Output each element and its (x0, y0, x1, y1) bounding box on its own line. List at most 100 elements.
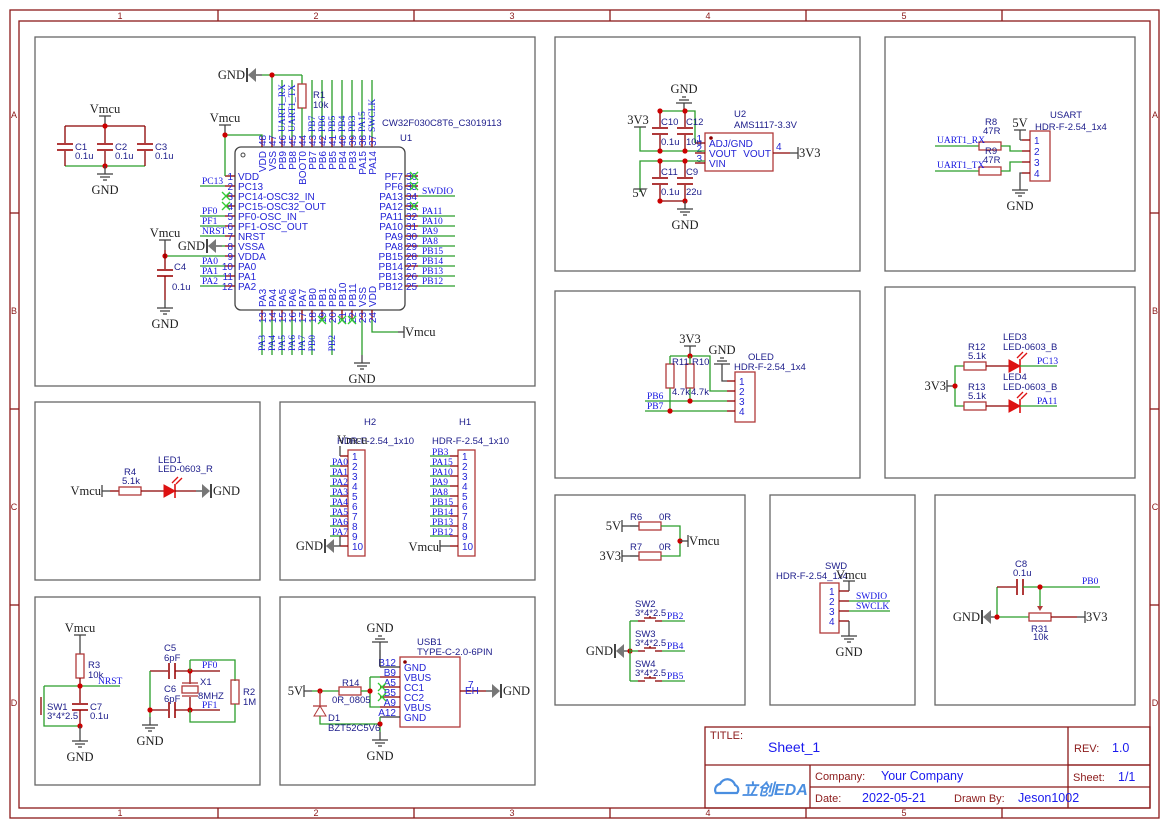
junction-dot (657, 108, 663, 114)
title-label: TITLE: (710, 730, 743, 742)
pin-number: 25 (406, 282, 418, 293)
column-label: 2 (313, 808, 318, 818)
value-r31: 10k (1033, 632, 1049, 643)
v33-label: 3V3 (1086, 610, 1108, 624)
part-switch: 3*4*2.5 (635, 608, 666, 619)
resistor-r1 (297, 83, 307, 109)
pin-number: 2 (1034, 147, 1040, 158)
net-label: SWCLK (856, 602, 889, 612)
part-switch: 3*4*2.5 (635, 638, 666, 649)
net-label: UART1_TX (288, 84, 298, 132)
crystal-x1 (181, 685, 199, 694)
part-switch: 3*4*2.5 (635, 668, 666, 679)
date-value: 2022-05-21 (862, 791, 926, 805)
net-label: PA8 (422, 237, 438, 247)
value-c1: 0.1u (75, 151, 94, 162)
usb-part: TYPE-C-2.0-6PIN (417, 647, 493, 658)
drawn-by-value: Jeson1002 (1018, 791, 1079, 805)
resistor-r13 (963, 401, 987, 411)
date-label: Date: (815, 793, 841, 805)
ref-r14: R14 (342, 678, 359, 689)
pin-number: 10 (352, 542, 364, 553)
cloud-logo-icon (714, 778, 740, 795)
vmcu-label: Vmcu (405, 325, 436, 339)
net-label: PB2 (667, 612, 684, 622)
net-label: PB5 (328, 115, 338, 132)
vmcu-label: Vmcu (150, 226, 181, 240)
value-c2: 0.1u (115, 151, 134, 162)
junction-dot (657, 198, 663, 204)
column-label: 3 (509, 11, 514, 21)
net-label: PF0 (202, 207, 218, 217)
net-label: PF1 (202, 217, 218, 227)
net-label: PA15 (432, 458, 453, 468)
rev-label: REV: (1074, 743, 1099, 755)
net-label: PA5 (332, 508, 348, 518)
gnd-label: GND (151, 317, 178, 331)
net-label: SWDIO (856, 592, 887, 602)
gnd-label: GND (366, 749, 393, 763)
ref-c9: C9 (686, 167, 698, 178)
led3-icon (1008, 359, 1022, 373)
wire (721, 372, 727, 382)
ref-c10: C10 (661, 117, 678, 128)
u1-part: CW32F030C8T6_C3019113 (382, 118, 502, 129)
gnd-label: GND (670, 82, 697, 96)
value-c10: 0.1u (661, 137, 680, 148)
net-label: PB7 (308, 115, 318, 132)
section-panel-9 (769, 494, 916, 706)
v33-label: 3V3 (627, 113, 649, 127)
value-c7: 0.1u (90, 711, 109, 722)
net-label: UART1_RX (278, 84, 288, 132)
gnd-label: GND (296, 539, 323, 553)
net-label: UART1_TX (937, 161, 985, 171)
net-label: PB4 (667, 642, 684, 652)
pin-name: VOUT (743, 149, 771, 160)
wire (1019, 172, 1022, 182)
h1-ref: H1 (459, 417, 471, 428)
junction-dot (657, 148, 663, 154)
pin-number: 37 (368, 134, 379, 146)
ref-x1: X1 (200, 677, 212, 688)
value-r4: 5.1k (122, 476, 140, 487)
gnd-label: GND (91, 183, 118, 197)
pin-number: 24 (368, 312, 379, 324)
usart-header (1029, 130, 1051, 182)
ref-r11: R11 (672, 357, 689, 368)
net-label: PB14 (432, 508, 453, 518)
junction-dot (147, 707, 153, 713)
h1-part: HDR-F-2.54_1x10 (432, 436, 509, 447)
value-c8: 0.1u (1013, 568, 1032, 579)
wire (1001, 145, 1022, 152)
pin-name: PA2 (238, 282, 257, 293)
pin-number: A12 (378, 708, 396, 719)
net-label: PB15 (432, 498, 453, 508)
net-label: PA9 (422, 227, 438, 237)
value-d1: BZT52C5V6 (328, 723, 380, 734)
gnd-label: GND (503, 684, 530, 698)
gnd-label: GND (953, 610, 980, 624)
ref-c11: C11 (661, 167, 678, 178)
net-label: PA9 (432, 478, 448, 488)
net-label: SWCLK (368, 99, 378, 132)
net-label: PA0 (332, 458, 348, 468)
value-c5: 6pF (164, 653, 181, 664)
gnd-icon (326, 539, 334, 553)
v33-label: 3V3 (679, 332, 701, 346)
wire (954, 365, 964, 386)
pin-number: 4 (1034, 169, 1040, 180)
usart-ref: USART (1050, 110, 1082, 121)
ref-c4: C4 (174, 262, 186, 273)
u2-part: AMS1117-3.3V (734, 120, 798, 131)
net-label: PA1 (332, 468, 348, 478)
value-c3: 0.1u (155, 151, 174, 162)
junction-dot (269, 72, 275, 78)
u1-ref: U1 (400, 133, 412, 144)
net-label: PA2 (332, 478, 348, 488)
v5-label: 5V (606, 519, 621, 533)
wire (954, 386, 964, 407)
wire (996, 587, 1029, 618)
section-panel-4 (554, 290, 861, 479)
junction-dot (367, 688, 373, 694)
v5-label: 5V (632, 186, 647, 200)
